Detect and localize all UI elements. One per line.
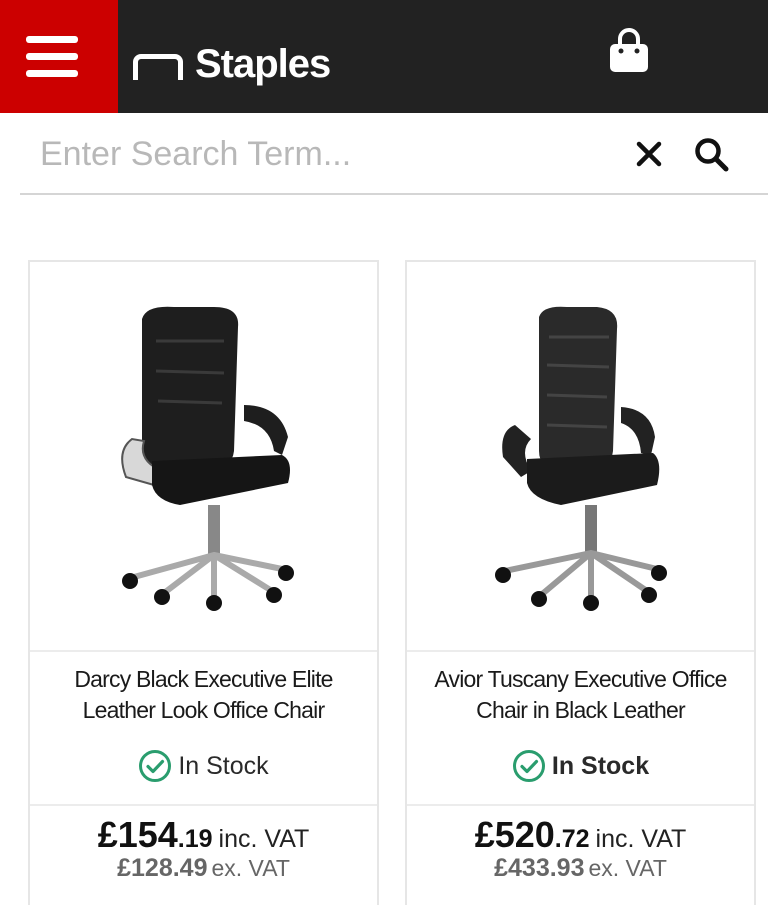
price-pence: .72 — [554, 825, 590, 853]
office-chair-image — [120, 306, 294, 611]
price-ex-amount: £433.93 — [494, 854, 585, 882]
office-chair-image — [494, 306, 667, 611]
product-name[interactable]: Avior Tuscany Executive Office Chair in … — [417, 664, 744, 726]
stock-label: In Stock — [178, 751, 269, 780]
search-button[interactable] — [692, 135, 732, 175]
price-pence: .19 — [177, 825, 213, 853]
product-name[interactable]: Darcy Black Executive Elite Leather Look… — [40, 664, 367, 726]
price-ex-amount: £128.49 — [117, 854, 208, 882]
stock-status: In Stock — [407, 746, 754, 786]
stock-label: In Stock — [551, 751, 650, 780]
price-ex-vat: £128.49 ex. VAT — [30, 854, 377, 883]
card-divider — [30, 804, 377, 806]
price-main: £520 — [474, 814, 555, 855]
search-input[interactable] — [20, 113, 610, 195]
stock-status: In Stock — [30, 746, 377, 786]
cart-button[interactable] — [604, 26, 654, 76]
ex-vat-label: ex. VAT — [211, 855, 290, 881]
check-circle-icon — [512, 750, 545, 782]
ex-vat-label: ex. VAT — [588, 855, 667, 881]
inc-vat-label: inc. VAT — [218, 825, 310, 853]
card-divider — [407, 650, 754, 652]
card-divider — [407, 804, 754, 806]
price-inc-vat: £520.72 inc. VAT — [407, 814, 754, 856]
product-card[interactable]: Avior Tuscany Executive Office Chair in … — [405, 260, 756, 905]
inc-vat-label: inc. VAT — [595, 825, 687, 853]
product-card[interactable]: Darcy Black Executive Elite Leather Look… — [28, 260, 379, 905]
price-ex-vat: £433.93 ex. VAT — [407, 854, 754, 883]
close-icon — [636, 141, 662, 167]
header-bar: Staples — [0, 0, 768, 113]
shopping-bag-icon — [610, 28, 648, 72]
clear-search-button[interactable] — [632, 137, 666, 171]
brand-name: Staples — [195, 42, 331, 86]
product-image[interactable] — [30, 262, 377, 650]
staples-logo-mark — [133, 54, 183, 80]
search-bar — [20, 113, 768, 195]
card-divider — [30, 650, 377, 652]
check-circle-icon — [139, 750, 172, 782]
staples-logo[interactable]: Staples — [133, 42, 331, 86]
price-inc-vat: £154.19 inc. VAT — [30, 814, 377, 856]
price-main: £154 — [97, 814, 178, 855]
product-image[interactable] — [407, 262, 754, 650]
search-icon — [695, 138, 729, 172]
menu-button[interactable] — [0, 0, 118, 113]
